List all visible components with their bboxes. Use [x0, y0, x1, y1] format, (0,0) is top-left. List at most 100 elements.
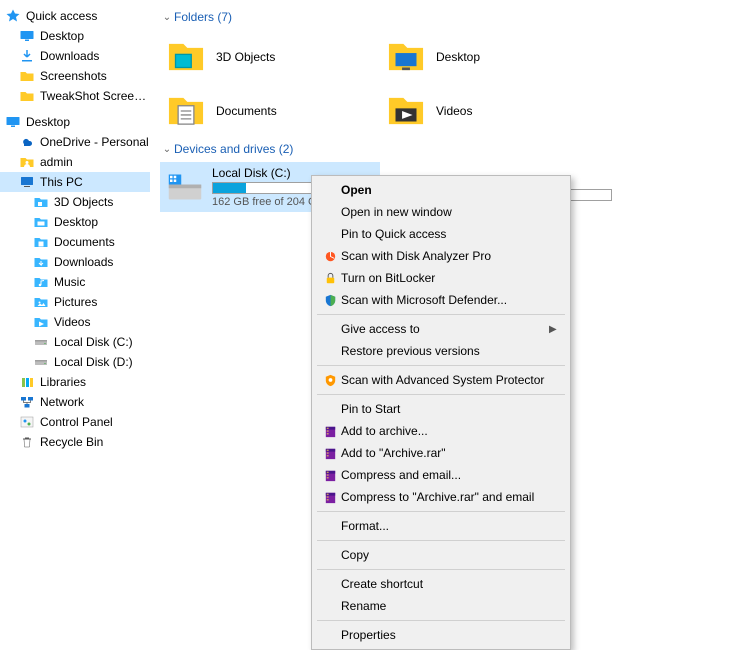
tree-item[interactable]: Music	[0, 272, 150, 292]
drives-section-header[interactable]: ⌄ Devices and drives (2)	[160, 142, 726, 156]
tree-item[interactable]: Local Disk (C:)	[0, 332, 150, 352]
menu-item[interactable]: Properties	[315, 624, 567, 646]
tree-item-label: admin	[40, 155, 150, 169]
folder-item[interactable]: Videos	[380, 84, 600, 138]
menu-item[interactable]: Open	[315, 179, 567, 201]
folders-header-label: Folders (7)	[174, 10, 232, 24]
small-music-icon	[32, 273, 50, 291]
tree-item[interactable]: TweakShot Screen Reco	[0, 86, 150, 106]
tree-item[interactable]: Desktop	[0, 26, 150, 46]
menu-item-label: Give access to	[341, 322, 549, 336]
menu-item[interactable]: Pin to Start	[315, 398, 567, 420]
tree-item-label: Quick access	[26, 9, 150, 23]
menu-separator	[317, 620, 565, 621]
libraries-icon	[18, 373, 36, 391]
chevron-down-icon: ⌄	[160, 144, 174, 155]
tree-item[interactable]: Libraries	[0, 372, 150, 392]
menu-item[interactable]: Scan with Advanced System Protector	[315, 369, 567, 391]
menu-item[interactable]: Scan with Microsoft Defender...	[315, 289, 567, 311]
folders-section-header[interactable]: ⌄ Folders (7)	[160, 10, 726, 24]
tree-item[interactable]: This PC	[0, 172, 150, 192]
tree-item-label: Documents	[54, 235, 150, 249]
tree-item[interactable]: Recycle Bin	[0, 432, 150, 452]
menu-item[interactable]: Open in new window	[315, 201, 567, 223]
menu-item-label: Restore previous versions	[341, 344, 559, 358]
menu-item[interactable]: Copy	[315, 544, 567, 566]
defender-icon	[319, 291, 341, 309]
tree-item-label: Desktop	[54, 215, 150, 229]
tree-item[interactable]: Downloads	[0, 252, 150, 272]
desktop-blue-icon	[18, 27, 36, 45]
small-videos-icon	[32, 313, 50, 331]
tree-item-label: Music	[54, 275, 150, 289]
big-desktop-icon	[384, 35, 428, 79]
menu-item[interactable]: Turn on BitLocker	[315, 267, 567, 289]
tree-item[interactable]: Control Panel	[0, 412, 150, 432]
folders-grid: 3D Objects DesktopDocumentsVideos	[160, 30, 726, 138]
menu-item[interactable]: Compress and email...	[315, 464, 567, 486]
folder-item[interactable]: 3D Objects	[160, 30, 380, 84]
tree-item-label: Screenshots	[40, 69, 150, 83]
menu-item[interactable]: Compress to "Archive.rar" and email	[315, 486, 567, 508]
menu-item-label: Scan with Advanced System Protector	[341, 373, 559, 387]
chevron-right-icon: ▶	[549, 324, 559, 335]
menu-item[interactable]: Pin to Quick access	[315, 223, 567, 245]
menu-item-label: Compress to "Archive.rar" and email	[341, 490, 559, 504]
tree-item-label: OneDrive - Personal	[40, 135, 150, 149]
tree-item[interactable]: Pictures	[0, 292, 150, 312]
tree-item[interactable]: 3D Objects	[0, 192, 150, 212]
menu-item[interactable]: Rename	[315, 595, 567, 617]
control-panel-icon	[18, 413, 36, 431]
rar-icon	[319, 444, 341, 462]
menu-item[interactable]: Give access to▶	[315, 318, 567, 340]
tree-item-label: 3D Objects	[54, 195, 150, 209]
blank-icon	[319, 181, 341, 199]
menu-item-label: Scan with Disk Analyzer Pro	[341, 249, 559, 263]
tree-item[interactable]: Desktop	[0, 112, 150, 132]
folder-icon	[18, 87, 36, 105]
tree-item[interactable]: Local Disk (D:)	[0, 352, 150, 372]
menu-item-label: Scan with Microsoft Defender...	[341, 293, 559, 307]
tree-item-label: Control Panel	[40, 415, 150, 429]
disk-analyzer-icon	[319, 247, 341, 265]
menu-item[interactable]: Format...	[315, 515, 567, 537]
tree-item[interactable]: Videos	[0, 312, 150, 332]
tree-item[interactable]: Network	[0, 392, 150, 412]
tree-item-label: Network	[40, 395, 150, 409]
menu-item[interactable]: Scan with Disk Analyzer Pro	[315, 245, 567, 267]
downloads-blue-icon	[18, 47, 36, 65]
tree-item[interactable]: Downloads	[0, 46, 150, 66]
menu-item[interactable]: Add to archive...	[315, 420, 567, 442]
folder-item[interactable]: Documents	[160, 84, 380, 138]
star-icon	[4, 7, 22, 25]
menu-item[interactable]: Add to "Archive.rar"	[315, 442, 567, 464]
folder-item[interactable]: Desktop	[380, 30, 600, 84]
tree-item[interactable]: Screenshots	[0, 66, 150, 86]
menu-separator	[317, 394, 565, 395]
tree-item[interactable]: Documents	[0, 232, 150, 252]
menu-item-label: Open in new window	[341, 205, 559, 219]
tree-item-label: Pictures	[54, 295, 150, 309]
blank-icon	[319, 546, 341, 564]
tree-item-label: This PC	[40, 175, 150, 189]
tree-item[interactable]: Desktop	[0, 212, 150, 232]
menu-separator	[317, 540, 565, 541]
menu-item-label: Add to archive...	[341, 424, 559, 438]
small-doc-icon	[32, 233, 50, 251]
blank-icon	[319, 575, 341, 593]
folder-label: 3D Objects	[216, 50, 275, 64]
tree-item-label: Desktop	[26, 115, 150, 129]
blank-icon	[319, 320, 341, 338]
menu-item[interactable]: Restore previous versions	[315, 340, 567, 362]
rar-icon	[319, 466, 341, 484]
tree-item-label: Desktop	[40, 29, 150, 43]
menu-item-label: Rename	[341, 599, 559, 613]
menu-item[interactable]: Create shortcut	[315, 573, 567, 595]
menu-item-label: Pin to Start	[341, 402, 559, 416]
tree-item[interactable]: OneDrive - Personal	[0, 132, 150, 152]
tree-item-label: Local Disk (C:)	[54, 335, 150, 349]
tree-item-label: Libraries	[40, 375, 150, 389]
tree-item[interactable]: Quick access	[0, 6, 150, 26]
navigation-pane: Quick access Desktop Downloads Screenshots T…	[0, 0, 150, 613]
tree-item[interactable]: admin	[0, 152, 150, 172]
